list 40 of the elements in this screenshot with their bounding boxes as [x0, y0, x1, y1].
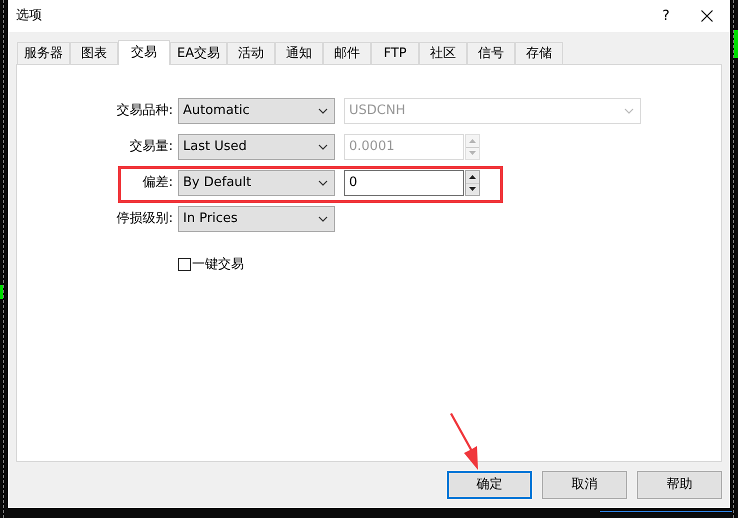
- tab[interactable]: 活动: [227, 42, 276, 64]
- field-label: 交易品种:: [116, 102, 173, 120]
- up-arrow-icon: [469, 138, 476, 143]
- dropdown[interactable]: Automatic: [178, 98, 335, 124]
- dropdown[interactable]: In Prices: [178, 206, 335, 232]
- close-icon: [701, 10, 713, 22]
- checkbox-label: 一键交易: [192, 256, 244, 274]
- price-marker: [734, 30, 738, 58]
- down-arrow-icon: [469, 151, 476, 156]
- tab[interactable]: 信号: [467, 42, 516, 64]
- dialog-button[interactable]: 取消: [542, 471, 627, 499]
- up-arrow-icon: [469, 174, 476, 179]
- number-field[interactable]: 0: [344, 170, 464, 196]
- chevron-down-icon: [318, 108, 328, 114]
- spin-buttons[interactable]: [465, 170, 480, 196]
- tab[interactable]: 邮件: [323, 42, 372, 64]
- tab[interactable]: 交易: [118, 40, 170, 65]
- price-marker: [0, 285, 3, 299]
- tab[interactable]: 通知: [275, 42, 324, 64]
- field-label: 交易量:: [128, 138, 173, 156]
- chevron-down-icon: [318, 180, 328, 186]
- dialog-button[interactable]: 帮助: [637, 471, 722, 499]
- chevron-down-icon: [318, 216, 328, 222]
- chevron-down-icon: [624, 108, 634, 114]
- tab[interactable]: FTP: [371, 42, 420, 64]
- tab[interactable]: 存储: [515, 42, 564, 64]
- field-label: 偏差:: [142, 174, 173, 192]
- tab[interactable]: 图表: [70, 42, 118, 64]
- field-label: 停损级别:: [116, 210, 173, 228]
- dropdown[interactable]: Last Used: [178, 134, 335, 160]
- tab[interactable]: EA交易: [170, 42, 228, 64]
- tab[interactable]: 社区: [419, 42, 468, 64]
- tab[interactable]: 服务器: [17, 42, 70, 64]
- dropdown[interactable]: By Default: [178, 170, 335, 196]
- down-arrow-icon: [469, 187, 476, 192]
- help-button[interactable]: ?: [648, 2, 684, 30]
- checkbox[interactable]: [178, 258, 191, 272]
- window-title: 选项: [16, 7, 43, 26]
- dialog-button[interactable]: 确定: [447, 471, 532, 499]
- chevron-down-icon: [318, 144, 328, 150]
